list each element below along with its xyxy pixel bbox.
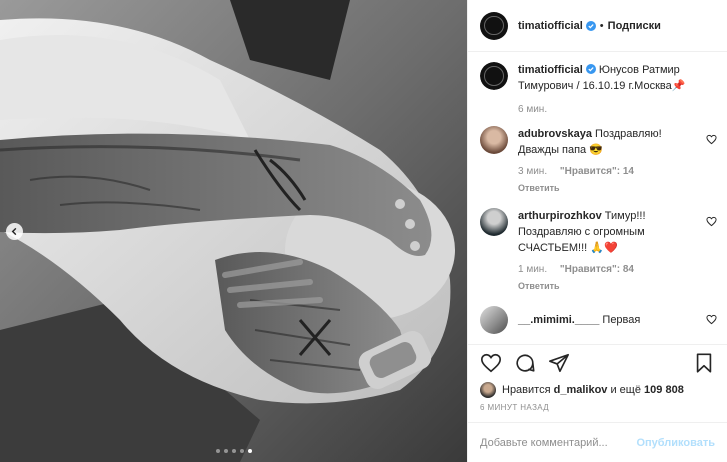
post-footer: Нравится d_malikov и ещё 109 808 6 МИНУТ… bbox=[468, 344, 727, 417]
carousel-dot bbox=[223, 449, 228, 453]
carousel-prev-button[interactable] bbox=[6, 223, 23, 240]
likes-middle: и ещё bbox=[610, 384, 641, 396]
comment-icon[interactable] bbox=[514, 352, 536, 374]
author-avatar[interactable] bbox=[480, 11, 508, 40]
comment-username[interactable]: arthurpirozhkov bbox=[518, 210, 602, 222]
comment-likes[interactable]: "Нравится": 14 bbox=[560, 166, 634, 177]
verified-badge-icon bbox=[585, 20, 596, 31]
post-sidebar: timatiofficial • Подписки timatiofficial… bbox=[467, 0, 727, 462]
add-comment-bar: Опубликовать bbox=[468, 422, 727, 462]
header-separator: • bbox=[599, 19, 604, 32]
comment-username[interactable]: adubrovskaya bbox=[518, 128, 592, 140]
following-button[interactable]: Подписки bbox=[608, 20, 661, 32]
verified-badge-icon bbox=[585, 64, 596, 74]
commenter-avatar[interactable] bbox=[480, 306, 508, 334]
share-icon[interactable] bbox=[548, 352, 570, 374]
liker-avatar[interactable] bbox=[480, 382, 496, 398]
carousel-dot bbox=[239, 449, 244, 453]
heart-icon[interactable] bbox=[706, 216, 717, 227]
commenter-avatar[interactable] bbox=[480, 126, 508, 154]
heart-icon[interactable] bbox=[480, 352, 502, 374]
comment-time: 1 мин. bbox=[518, 264, 548, 275]
author-username[interactable]: timatiofficial bbox=[518, 20, 583, 32]
post-header: timatiofficial • Подписки bbox=[468, 0, 727, 52]
carousel-dot bbox=[215, 449, 220, 453]
chevron-left-icon bbox=[11, 227, 17, 236]
liker-username[interactable]: d_malikov bbox=[554, 384, 608, 396]
comment-item: arthurpirozhkov Тимур!!! Поздравляю с ог… bbox=[480, 208, 719, 294]
post-photo bbox=[0, 0, 467, 462]
comments-list: timatiofficial Юнусов Ратмир Тимурович /… bbox=[480, 62, 719, 344]
caption-username[interactable]: timatiofficial bbox=[518, 64, 583, 76]
bookmark-icon[interactable] bbox=[693, 352, 715, 374]
caption: timatiofficial Юнусов Ратмир Тимурович /… bbox=[480, 62, 719, 116]
publish-button[interactable]: Опубликовать bbox=[636, 437, 715, 449]
heart-icon[interactable] bbox=[706, 314, 717, 325]
reply-button[interactable]: Ответить bbox=[518, 278, 699, 294]
avatar-logo-icon bbox=[484, 15, 504, 36]
post-timestamp: 6 МИНУТ НАЗАД bbox=[480, 403, 550, 412]
comment-text: Первая bbox=[602, 314, 641, 326]
likes-prefix: Нравится bbox=[502, 384, 551, 396]
reply-button[interactable]: Ответить bbox=[518, 180, 699, 196]
avatar-logo-icon bbox=[484, 66, 504, 86]
action-bar bbox=[468, 345, 727, 381]
comment-item: __.mimimi.____ Первая bbox=[480, 306, 719, 334]
caption-time: 6 мин. bbox=[518, 104, 548, 115]
photo-image bbox=[0, 0, 467, 462]
instagram-post: timatiofficial • Подписки timatiofficial… bbox=[0, 0, 727, 462]
comment-username[interactable]: __.mimimi.____ bbox=[518, 314, 599, 326]
carousel-indicator bbox=[0, 449, 467, 453]
comment-likes[interactable]: "Нравится": 84 bbox=[560, 264, 634, 275]
carousel-dot bbox=[247, 449, 252, 453]
heart-icon[interactable] bbox=[706, 134, 717, 145]
comment-input[interactable] bbox=[480, 436, 637, 449]
comment-item: adubrovskaya Поздравляю! Дважды папа 😎 3… bbox=[480, 126, 719, 196]
likes-summary: Нравится d_malikov и ещё 109 808 bbox=[468, 381, 727, 399]
caption-avatar[interactable] bbox=[480, 62, 508, 90]
commenter-avatar[interactable] bbox=[480, 208, 508, 236]
carousel-dot bbox=[231, 449, 236, 453]
comment-time: 3 мин. bbox=[518, 166, 548, 177]
likes-count[interactable]: 109 808 bbox=[644, 384, 684, 396]
